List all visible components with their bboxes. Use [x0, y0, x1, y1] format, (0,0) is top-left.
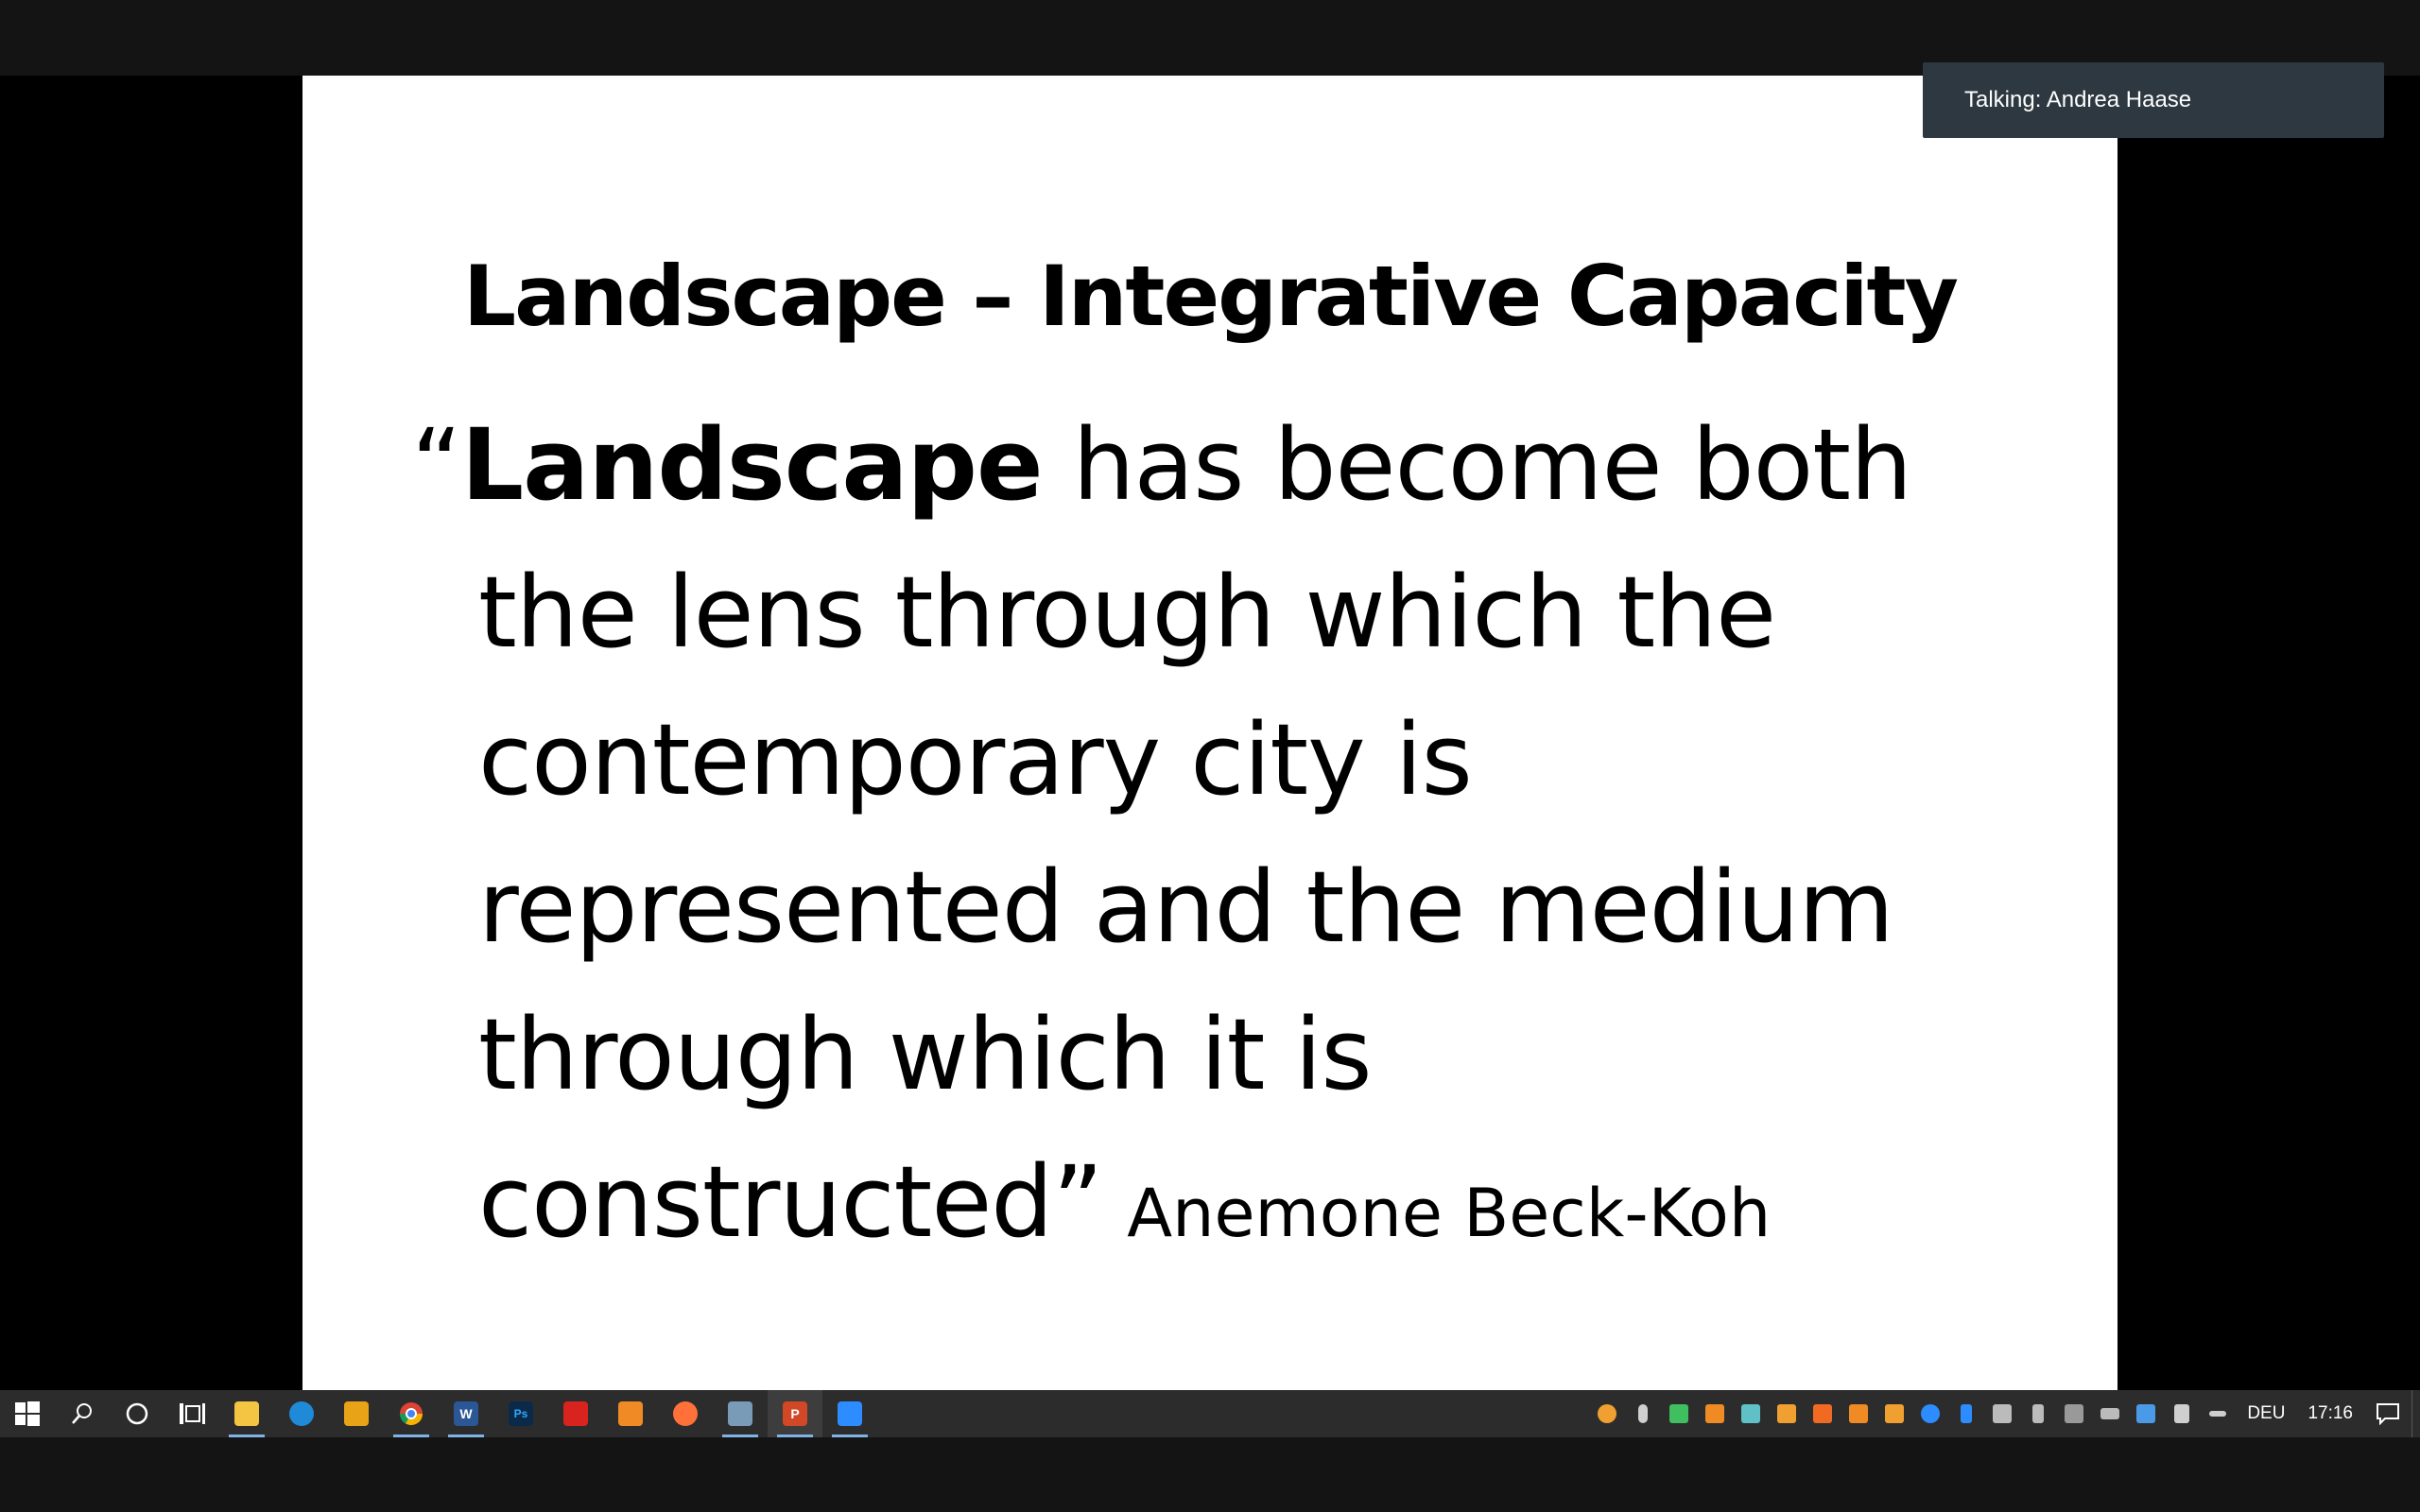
windows-logo-icon	[15, 1401, 40, 1426]
slide-title: Landscape – Integrative Capacity	[463, 248, 1959, 345]
tray-microphone-icon[interactable]	[1625, 1390, 1661, 1437]
tray-app-icon-5[interactable]	[1841, 1390, 1876, 1437]
edge-icon	[289, 1401, 314, 1426]
quote-line-6: constructed” Anemone Beck-Koh	[478, 1153, 1771, 1251]
clock[interactable]: 17:16	[2296, 1390, 2364, 1437]
acrobat-icon	[563, 1401, 588, 1426]
tray-zoom-icon[interactable]	[1912, 1390, 1948, 1437]
tray-app-icon-2[interactable]	[1697, 1390, 1733, 1437]
tray-battery-icon[interactable]	[2092, 1390, 2128, 1437]
search-button[interactable]	[55, 1390, 110, 1437]
taskbar-app-orange[interactable]	[603, 1390, 658, 1437]
taskbar-left: W Ps P	[0, 1390, 877, 1437]
bottom-bar	[0, 1437, 2420, 1512]
tray-pen-icon[interactable]	[2200, 1390, 2236, 1437]
quote-line-4: represented and the medium	[478, 850, 1894, 965]
tray-storage-icon[interactable]	[2128, 1390, 2164, 1437]
remote-desktop-icon	[728, 1401, 752, 1426]
tray-monitor-icon[interactable]	[1984, 1390, 2020, 1437]
quote-line-1-rest: has become both	[1042, 407, 1912, 523]
start-button[interactable]	[0, 1390, 55, 1437]
tray-app-icon-1[interactable]	[1589, 1390, 1625, 1437]
quote-line-2: the lens through which the	[478, 555, 1776, 670]
windows-taskbar: W Ps P DEU 17:16	[0, 1390, 2420, 1437]
system-tray: DEU 17:16	[1589, 1390, 2420, 1437]
cortana-circle-icon	[126, 1402, 148, 1425]
taskbar-app-remote-desktop[interactable]	[713, 1390, 768, 1437]
photoshop-icon: Ps	[509, 1401, 533, 1426]
word-icon: W	[454, 1401, 478, 1426]
powerpoint-icon: P	[783, 1401, 807, 1426]
notification-icon	[2377, 1403, 2399, 1425]
orange-app-icon	[618, 1401, 643, 1426]
tray-volume-icon[interactable]	[2164, 1390, 2200, 1437]
taskbar-app-media-player[interactable]	[329, 1390, 384, 1437]
active-speaker-label: Talking: Andrea Haase	[1964, 87, 2192, 112]
quote-line-3: contemporary city is	[478, 702, 1473, 817]
taskbar-app-photoshop[interactable]: Ps	[493, 1390, 548, 1437]
tray-network-icon[interactable]	[1733, 1390, 1769, 1437]
taskbar-app-chrome[interactable]	[384, 1390, 439, 1437]
taskbar-app-powerpoint[interactable]: P	[768, 1390, 822, 1437]
active-speaker-indicator: Talking: Andrea Haase	[1923, 62, 2384, 138]
language-indicator[interactable]: DEU	[2236, 1390, 2296, 1437]
tray-display-icon[interactable]	[2056, 1390, 2092, 1437]
media-player-icon	[344, 1401, 369, 1426]
tray-shield-icon[interactable]	[1661, 1390, 1697, 1437]
quote-bold-word: Landscape	[460, 407, 1044, 523]
tray-usb-icon[interactable]	[2020, 1390, 2056, 1437]
taskbar-app-file-explorer[interactable]	[219, 1390, 274, 1437]
task-view-icon	[180, 1403, 205, 1424]
taskbar-app-word[interactable]: W	[439, 1390, 493, 1437]
taskbar-app-firefox[interactable]	[658, 1390, 713, 1437]
zoom-icon	[838, 1401, 862, 1426]
firefox-icon	[673, 1401, 698, 1426]
taskbar-app-acrobat[interactable]	[548, 1390, 603, 1437]
quote-line-1: “Landscape has become both	[411, 416, 1912, 514]
taskbar-app-edge[interactable]	[274, 1390, 329, 1437]
presentation-slide: Landscape – Integrative Capacity “Landsc…	[302, 76, 2118, 1390]
tray-app-icon-4[interactable]	[1805, 1390, 1841, 1437]
folder-icon	[234, 1401, 259, 1426]
search-icon	[72, 1403, 92, 1424]
quote-open-mark: “	[411, 407, 462, 523]
notification-center-button[interactable]	[2364, 1390, 2411, 1437]
taskbar-app-zoom[interactable]	[822, 1390, 877, 1437]
tray-bluetooth-icon[interactable]	[1948, 1390, 1984, 1437]
tray-app-icon-6[interactable]	[1876, 1390, 1912, 1437]
show-desktop-button[interactable]	[2411, 1390, 2420, 1437]
quote-line-5: through which it is	[478, 997, 1373, 1112]
chrome-icon	[400, 1402, 423, 1426]
quote-author: Anemone Beck-Koh	[1127, 1175, 1772, 1252]
tray-app-icon-3[interactable]	[1769, 1390, 1805, 1437]
cortana-button[interactable]	[110, 1390, 164, 1437]
quote-line-6-text: constructed”	[478, 1144, 1103, 1260]
task-view-button[interactable]	[164, 1390, 219, 1437]
